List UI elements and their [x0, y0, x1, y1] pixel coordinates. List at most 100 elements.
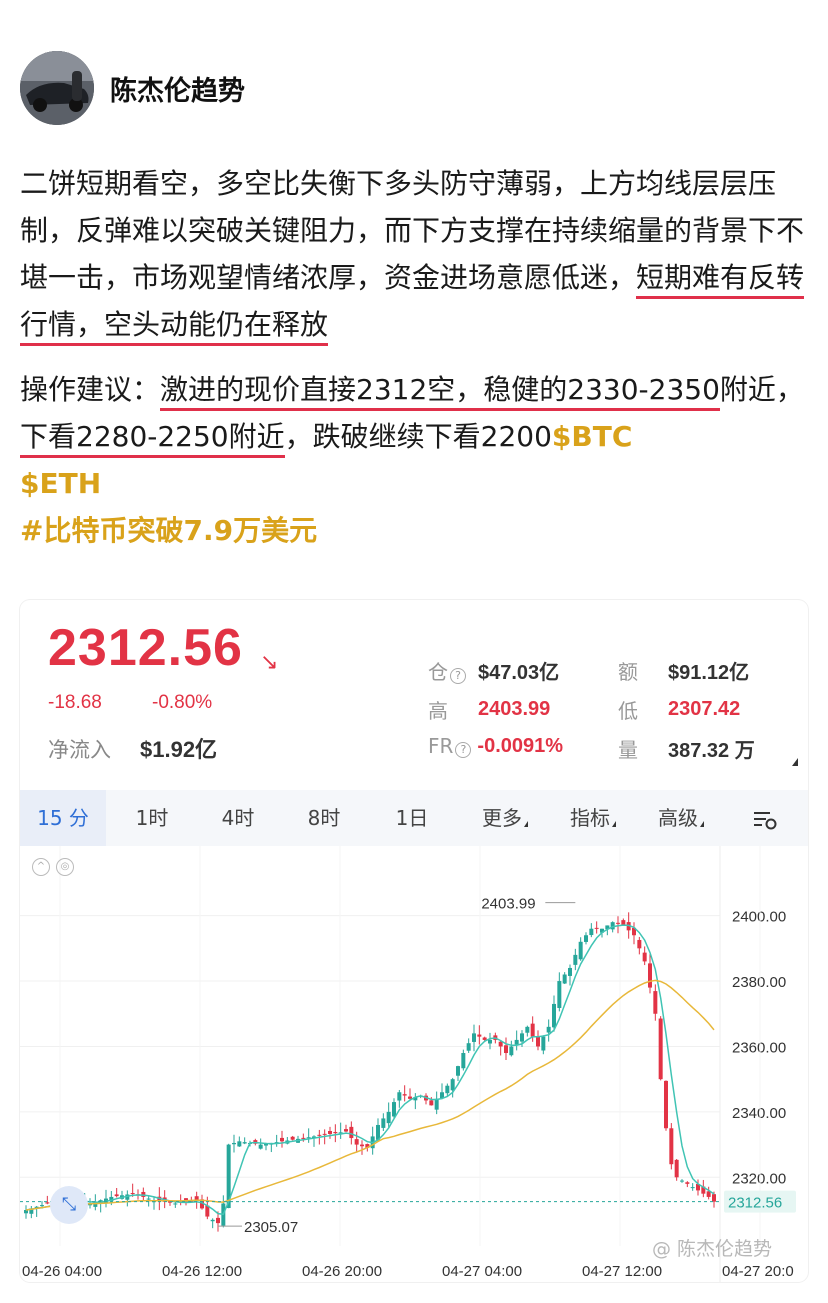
- x-tick-label: 04-27 12:00: [582, 1263, 662, 1280]
- candle-body: [456, 1066, 460, 1076]
- tab-15m[interactable]: 15 分: [20, 790, 106, 846]
- tab-more-label: 更多: [482, 806, 522, 830]
- candle-body: [557, 981, 562, 1009]
- candle-body: [690, 1187, 695, 1189]
- tab-1d[interactable]: 1日: [374, 790, 450, 846]
- candle-body: [45, 1202, 50, 1204]
- help-icon[interactable]: ?: [455, 742, 472, 758]
- hashtag-link[interactable]: #比特币突破7.9万美元: [20, 514, 317, 547]
- candle-body: [680, 1180, 684, 1182]
- post-paragraph-2: 操作建议：激进的现价直接2312空，稳健的2330-2350附近， 下看2280-…: [20, 366, 810, 507]
- cashtag-btc[interactable]: $BTC: [552, 420, 632, 453]
- stat-label: 仓?: [428, 656, 478, 685]
- avatar[interactable]: [20, 51, 94, 125]
- candle-body: [642, 952, 647, 962]
- candle-body: [290, 1136, 295, 1140]
- candle-body: [546, 1026, 551, 1033]
- x-tick-label: 04-27 04:00: [442, 1263, 522, 1280]
- candle-body: [653, 991, 658, 1014]
- tab-8h[interactable]: 8时: [286, 790, 362, 846]
- ma-fast-line: [25, 924, 715, 1216]
- candle-body: [477, 1034, 482, 1037]
- avatar-image: [20, 51, 94, 125]
- cashtag-eth[interactable]: $ETH: [20, 467, 101, 500]
- candle-body: [504, 1045, 508, 1054]
- candle-body: [216, 1217, 220, 1224]
- last-price-label: 2312.56: [728, 1195, 782, 1212]
- hexagon-icon[interactable]: ◎: [56, 858, 74, 876]
- candle-body: [637, 939, 642, 949]
- x-tick-label: 04-27 20:0: [722, 1263, 794, 1280]
- candle-body: [386, 1111, 391, 1124]
- candle-body: [392, 1102, 396, 1117]
- watermark: @ 陈杰伦趋势: [652, 1238, 773, 1260]
- candle-body: [408, 1096, 412, 1099]
- tab-advanced[interactable]: 高级: [640, 790, 722, 846]
- stat-amount: 额 $91.12亿: [618, 656, 749, 685]
- dropdown-icon: [524, 821, 528, 827]
- candle-body: [333, 1131, 338, 1134]
- post-text: 附近，: [719, 373, 804, 406]
- chart-mini-toolbar: ^ ◎: [32, 858, 74, 876]
- post-header: 陈杰伦趋势: [20, 50, 245, 126]
- stat-value: -0.0091%: [477, 734, 564, 757]
- stat-label: FR?: [428, 734, 472, 758]
- tab-1h[interactable]: 1时: [114, 790, 190, 846]
- x-tick-label: 04-26 04:00: [22, 1263, 102, 1280]
- candle-body: [573, 954, 578, 965]
- stat-high: 高 2403.99: [428, 695, 550, 724]
- candle-body: [568, 967, 572, 976]
- x-tick-label: 04-26 20:00: [302, 1263, 382, 1280]
- candle-body: [242, 1142, 247, 1144]
- candle-body: [616, 922, 620, 924]
- candle-body: [445, 1085, 450, 1094]
- chart-settings-button[interactable]: [734, 790, 794, 846]
- help-icon[interactable]: ?: [450, 668, 466, 684]
- candle-body: [536, 1036, 540, 1047]
- candle-body: [210, 1219, 215, 1222]
- candle-body: [466, 1043, 471, 1051]
- author-name[interactable]: 陈杰伦趋势: [110, 69, 245, 108]
- tab-indicators[interactable]: 指标: [552, 790, 634, 846]
- stat-label: 量: [618, 738, 638, 762]
- y-tick-label: 2340.00: [732, 1105, 786, 1122]
- dropdown-icon: [700, 821, 704, 827]
- price-change-pct: -0.80%: [152, 692, 213, 713]
- candle-body: [322, 1133, 327, 1135]
- candle-body: [648, 963, 652, 988]
- candlestick-chart[interactable]: 2400.00 2380.00 2360.00 2340.00 2320.00 04-26…: [20, 846, 808, 1282]
- stat-value: $91.12亿: [668, 662, 750, 684]
- candle-body: [488, 1039, 492, 1044]
- market-card[interactable]: 2312.56 ↘ -18.68 -0.80% 净流入 $1.92亿 仓? $4…: [20, 600, 808, 1282]
- candle-body: [498, 1041, 503, 1047]
- candle-body: [472, 1033, 476, 1042]
- candle-body: [40, 1205, 44, 1207]
- candle-body: [594, 927, 599, 929]
- candle-body: [354, 1139, 359, 1145]
- tab-more[interactable]: 更多: [464, 790, 546, 846]
- collapse-icon[interactable]: ^: [32, 858, 50, 876]
- expand-corner-icon[interactable]: [792, 758, 798, 766]
- candle-body: [258, 1144, 263, 1149]
- candle-body: [317, 1134, 322, 1136]
- stat-funding-rate: FR? -0.0091%: [428, 734, 563, 758]
- candle-body: [520, 1033, 524, 1042]
- expand-chart-button[interactable]: ⤡: [50, 1186, 88, 1224]
- candle-body: [381, 1118, 386, 1128]
- stat-value: $47.03亿: [478, 662, 560, 684]
- candle-body: [509, 1046, 514, 1056]
- stat-value: 387.32 万: [668, 740, 755, 762]
- candle-body: [146, 1198, 151, 1200]
- candle-body: [344, 1129, 348, 1132]
- y-tick-label: 2360.00: [732, 1039, 786, 1056]
- candle-body: [130, 1193, 135, 1195]
- candle-body: [584, 935, 588, 942]
- candle-body: [360, 1144, 364, 1147]
- stat-label: 低: [618, 699, 638, 723]
- timeframe-tabs: 15 分 1时 4时 8时 1日 更多 指标 高级: [20, 790, 808, 846]
- candle-body: [562, 974, 567, 984]
- candle-body: [402, 1094, 407, 1096]
- candle-body: [669, 1128, 674, 1165]
- tab-4h[interactable]: 4时: [200, 790, 276, 846]
- candle-body: [237, 1141, 242, 1147]
